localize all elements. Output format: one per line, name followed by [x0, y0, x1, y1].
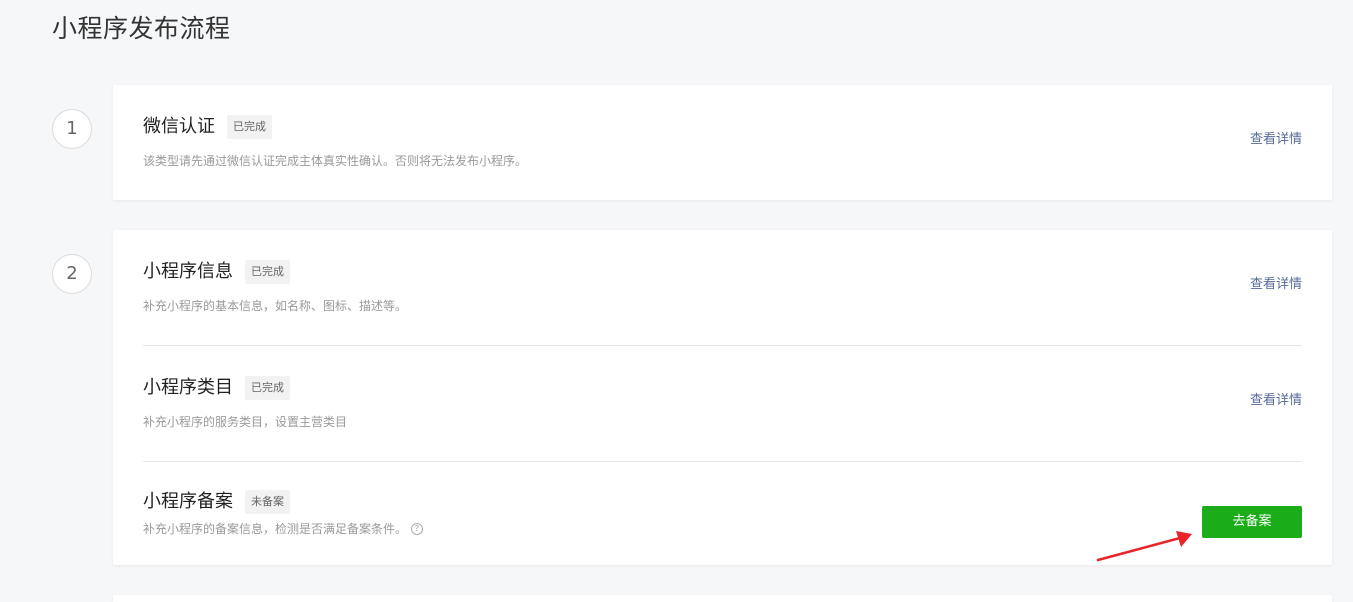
item-title: 小程序类目 [143, 377, 233, 398]
question-circle-icon[interactable]: ? [411, 522, 424, 535]
step-3-card [113, 595, 1332, 602]
item-title: 小程序备案 [143, 491, 233, 512]
step-2-card: 小程序信息 已完成 补充小程序的基本信息，如名称、图标、描述等。 查看详情 小程… [113, 230, 1332, 565]
item-description-text: 补充小程序的备案信息，检测是否满足备案条件。 [143, 522, 408, 536]
status-badge: 已完成 [245, 376, 290, 400]
step-item-wechat-verification: 微信认证 已完成 该类型请先通过微信认证完成主体真实性确认。否则将无法发布小程序… [143, 85, 1302, 200]
red-arrow-icon [1096, 531, 1192, 562]
step-1-card: 微信认证 已完成 该类型请先通过微信认证完成主体真实性确认。否则将无法发布小程序… [113, 85, 1332, 200]
item-title-row: 微信认证 已完成 [143, 114, 272, 140]
step-number-1: 1 [52, 109, 92, 149]
item-description: 补充小程序的服务类目，设置主营类目 [143, 415, 348, 429]
status-badge: 未备案 [245, 490, 290, 514]
item-title: 小程序信息 [143, 261, 233, 282]
item-description: 该类型请先通过微信认证完成主体真实性确认。否则将无法发布小程序。 [143, 154, 528, 168]
item-description: 补充小程序的备案信息，检测是否满足备案条件。? [143, 520, 424, 538]
item-title-row: 小程序备案 未备案 [143, 489, 290, 515]
view-details-link[interactable]: 查看详情 [1250, 392, 1302, 410]
page-title: 小程序发布流程 [52, 14, 231, 43]
go-filing-button[interactable]: 去备案 [1202, 506, 1302, 538]
item-description: 补充小程序的基本信息，如名称、图标、描述等。 [143, 299, 408, 313]
status-badge: 已完成 [227, 115, 272, 139]
step-item-mini-program-info: 小程序信息 已完成 补充小程序的基本信息，如名称、图标、描述等。 查看详情 [143, 230, 1302, 345]
item-title-row: 小程序信息 已完成 [143, 259, 290, 285]
view-details-link[interactable]: 查看详情 [1250, 131, 1302, 149]
view-details-link[interactable]: 查看详情 [1250, 276, 1302, 294]
step-number-2: 2 [52, 254, 92, 294]
status-badge: 已完成 [245, 260, 290, 284]
step-item-mini-program-category: 小程序类目 已完成 补充小程序的服务类目，设置主营类目 查看详情 [143, 346, 1302, 461]
item-title: 微信认证 [143, 116, 215, 137]
item-title-row: 小程序类目 已完成 [143, 375, 290, 401]
publish-flow-page: 小程序发布流程 1 微信认证 已完成 该类型请先通过微信认证完成主体真实性确认。… [0, 0, 1353, 602]
